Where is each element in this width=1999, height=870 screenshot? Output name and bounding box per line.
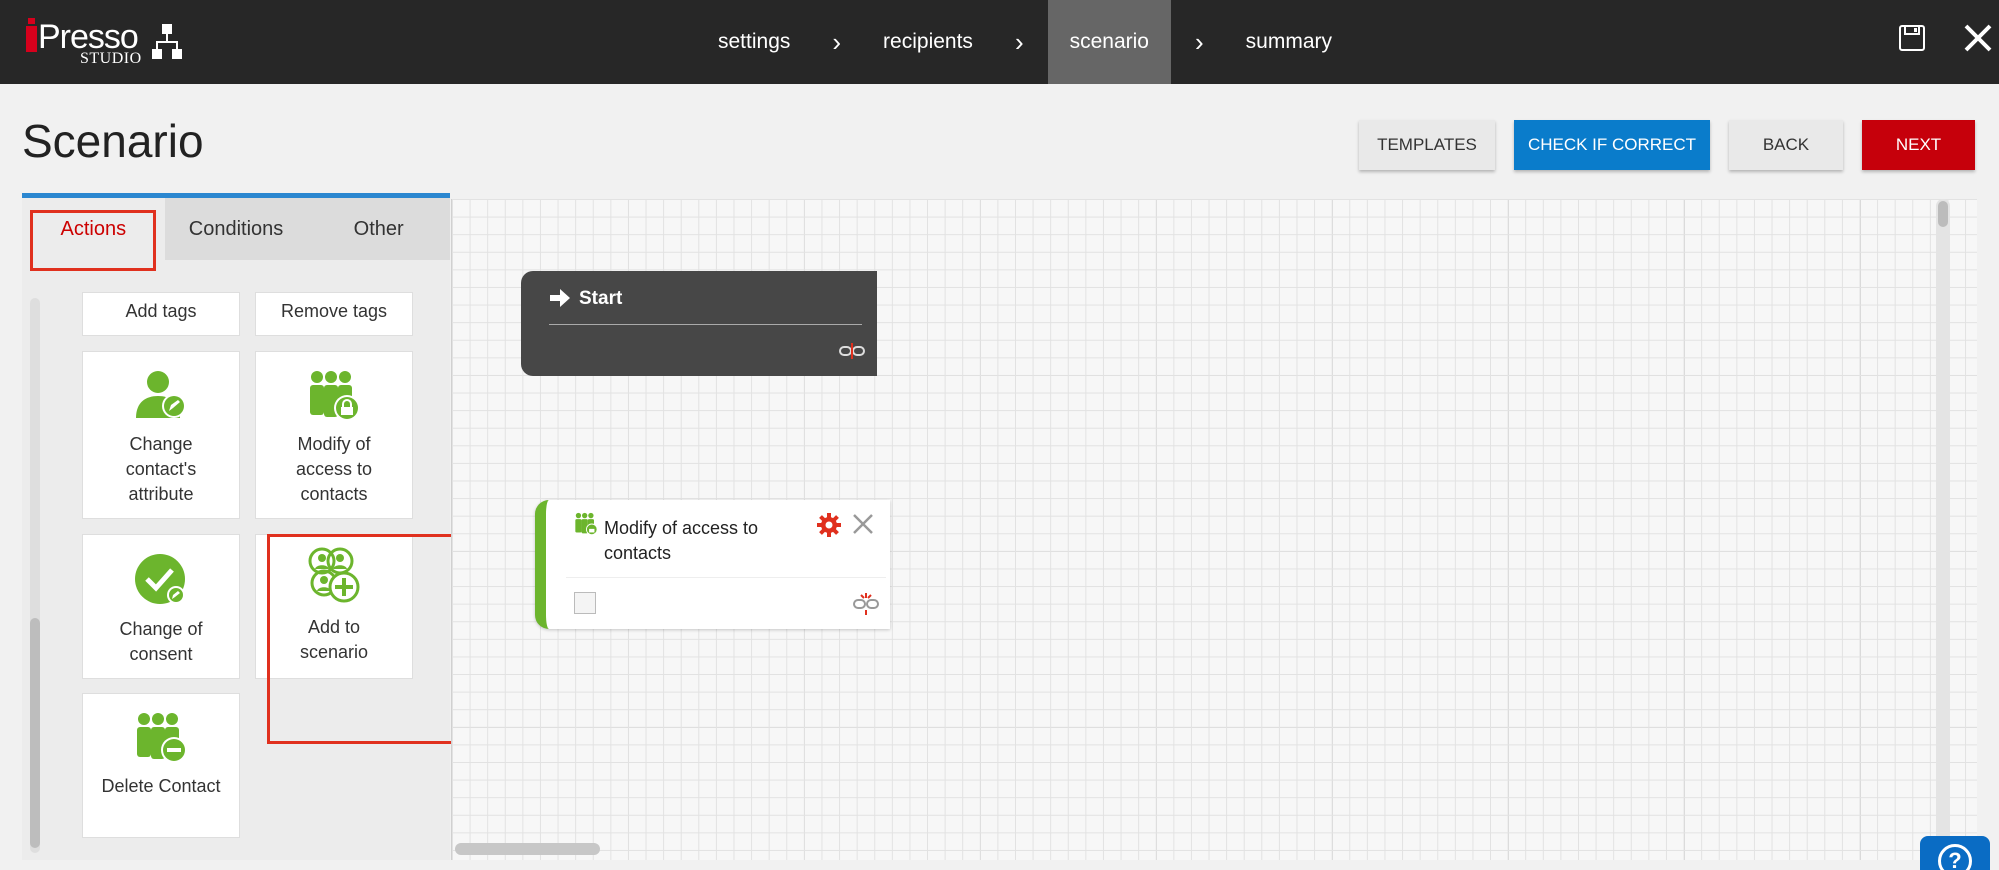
help-button[interactable]: ? (1920, 836, 1990, 870)
tile-change-contact-attribute[interactable]: Change contact's attribute (82, 351, 240, 519)
templates-button[interactable]: TEMPLATES (1359, 120, 1495, 170)
help-icon: ? (1938, 844, 1972, 870)
next-button[interactable]: NEXT (1862, 120, 1975, 170)
save-icon[interactable] (1898, 24, 1926, 52)
user-edit-icon (136, 371, 186, 418)
start-node-divider (549, 324, 862, 325)
tile-add-tags[interactable]: Add tags (82, 292, 240, 336)
start-node-title: Start (579, 288, 623, 309)
check-if-correct-button[interactable]: CHECK IF CORRECT (1514, 120, 1710, 170)
back-button[interactable]: BACK (1729, 120, 1843, 170)
step-scenario[interactable]: scenario (1047, 0, 1171, 84)
chevron-right-icon: › (832, 26, 842, 57)
tab-other[interactable]: Other (307, 198, 451, 260)
group-remove-icon (137, 713, 187, 763)
actions-panel: Actions Conditions Other Add tags Remove… (22, 193, 457, 860)
step-settings[interactable]: settings (700, 0, 808, 84)
page-title: Scenario (22, 115, 204, 167)
action-node-checkbox[interactable] (574, 592, 596, 614)
step-summary[interactable]: summary (1228, 0, 1350, 84)
tile-label: Add tags (125, 301, 197, 321)
unlink-icon[interactable] (839, 343, 865, 359)
tab-conditions[interactable]: Conditions (164, 198, 308, 260)
unlink-icon[interactable] (853, 593, 879, 615)
close-icon[interactable] (1962, 20, 1994, 56)
tile-label: Delete Contact (101, 776, 221, 796)
gear-icon[interactable] (816, 512, 842, 538)
logo-subtext: STUDIO (80, 50, 142, 67)
sitemap-icon (152, 24, 182, 59)
tile-label: Remove tags (280, 301, 388, 321)
tile-modify-access-to-contacts[interactable]: Modify of access to contacts (255, 351, 413, 519)
start-node[interactable]: Start (521, 271, 877, 376)
chevron-right-icon: › (1014, 26, 1024, 57)
tile-change-of-consent[interactable]: Change of consent (82, 534, 240, 679)
action-node-modify-access[interactable]: Modify of access to contacts (535, 500, 890, 629)
tile-label: Modify of access to contacts (295, 434, 373, 504)
ipresso-studio-logo[interactable]: Presso STUDIO (26, 16, 186, 68)
tile-delete-contact[interactable]: Delete Contact (82, 693, 240, 838)
action-node-title: Modify of access to contacts (604, 518, 759, 563)
tile-label: Change contact's attribute (125, 434, 197, 504)
tile-remove-tags[interactable]: Remove tags (255, 292, 413, 336)
group-lock-icon (310, 371, 360, 421)
close-icon[interactable] (851, 512, 875, 536)
tile-label: Change of consent (119, 619, 203, 664)
chevron-right-icon: › (1195, 26, 1204, 57)
group-lock-icon (575, 512, 598, 536)
check-circle-edit-icon (135, 554, 185, 604)
top-bar: Presso STUDIO settings › recipients › sc… (0, 0, 1999, 84)
highlight-box-tile (267, 534, 457, 744)
panel-scrollbar-thumb[interactable] (30, 618, 40, 848)
logo-i-mark (26, 18, 37, 52)
canvas-vertical-scrollbar[interactable] (1936, 199, 1950, 851)
step-recipients[interactable]: recipients (865, 0, 991, 84)
canvas-vertical-scrollbar-thumb[interactable] (1938, 201, 1948, 227)
canvas-horizontal-scrollbar-thumb[interactable] (455, 843, 600, 855)
wizard-steps: settings › recipients › scenario › summa… (700, 0, 1350, 84)
panel-scrollbar[interactable] (30, 298, 40, 853)
arrow-right-icon (550, 289, 570, 307)
action-node-divider (566, 577, 886, 578)
highlight-box-tab (30, 210, 156, 271)
